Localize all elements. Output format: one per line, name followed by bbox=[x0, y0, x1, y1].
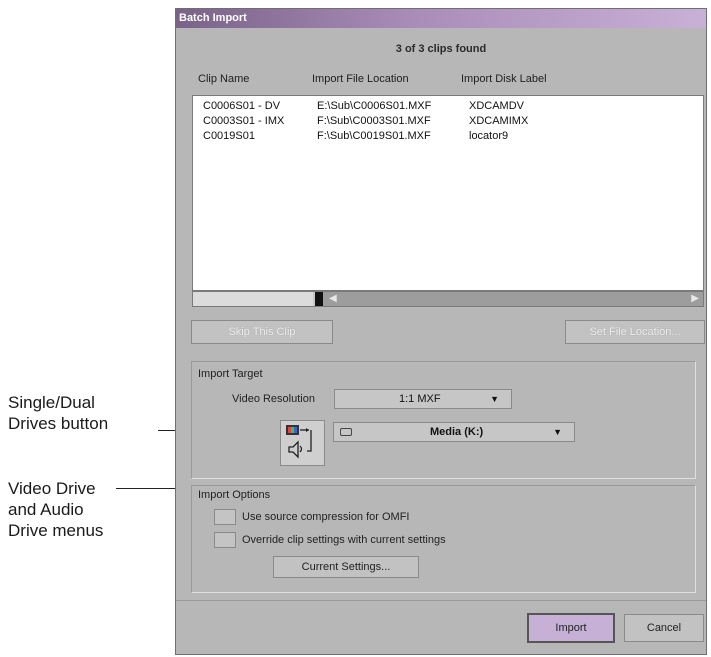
drive-icon bbox=[340, 428, 352, 436]
import-target-heading: Import Target bbox=[198, 368, 263, 380]
disk-label-cell: XDCAMDV bbox=[469, 100, 525, 112]
scroll-left-arrow-icon[interactable]: ◀ bbox=[329, 292, 337, 306]
import-button[interactable]: Import bbox=[527, 613, 615, 643]
footer-divider bbox=[176, 600, 706, 601]
clip-name-cell: C0006S01 - DV bbox=[203, 100, 281, 112]
override-clip-settings-checkbox[interactable] bbox=[214, 532, 236, 548]
import-target-group bbox=[191, 361, 696, 479]
cancel-button[interactable]: Cancel bbox=[624, 614, 704, 642]
file-location-cell: F:\Sub\C0019S01.MXF bbox=[317, 130, 431, 142]
dialog-title: Batch Import bbox=[176, 9, 706, 28]
use-source-compression-label: Use source compression for OMFI bbox=[242, 511, 410, 523]
scroll-right-arrow-icon[interactable]: ▶ bbox=[691, 292, 699, 306]
callout-single-dual: Single/Dual Drives button bbox=[8, 392, 108, 434]
video-resolution-label: Video Resolution bbox=[232, 393, 315, 405]
callout-line: Drive menus bbox=[8, 521, 104, 540]
use-source-compression-checkbox[interactable] bbox=[214, 509, 236, 525]
batch-import-dialog: Batch Import 3 of 3 clips found Clip Nam… bbox=[175, 8, 707, 655]
drive-menu-value: Media (K:) bbox=[430, 426, 484, 438]
file-location-cell: E:\Sub\C0006S01.MXF bbox=[317, 100, 432, 112]
file-location-cell: F:\Sub\C0003S01.MXF bbox=[317, 115, 431, 127]
skip-this-clip-button[interactable]: Skip This Clip bbox=[191, 320, 333, 344]
chevron-down-icon: ▼ bbox=[490, 394, 499, 404]
video-audio-drive-icon bbox=[286, 425, 312, 459]
import-options-heading: Import Options bbox=[198, 489, 271, 501]
current-settings-button[interactable]: Current Settings... bbox=[273, 556, 419, 578]
drive-menu[interactable]: Media (K:) ▼ bbox=[333, 422, 575, 442]
clip-name-cell: C0019S01 bbox=[203, 130, 255, 142]
override-clip-settings-label: Override clip settings with current sett… bbox=[242, 534, 446, 546]
clips-found-status: 3 of 3 clips found bbox=[395, 43, 487, 55]
column-header-disk-label[interactable]: Import Disk Label bbox=[461, 73, 547, 85]
callout-line: and Audio bbox=[8, 500, 84, 519]
disk-label-cell: XDCAMIMX bbox=[469, 115, 529, 127]
callout-video-audio-drives: Video Drive and Audio Drive menus bbox=[8, 478, 103, 541]
column-header-file-location[interactable]: Import File Location bbox=[312, 73, 409, 85]
disk-label-cell: locator9 bbox=[469, 130, 509, 142]
column-header-clip-name[interactable]: Clip Name bbox=[198, 73, 249, 85]
horizontal-scrollbar[interactable]: ◀ ▶ bbox=[192, 291, 704, 307]
set-file-location-button[interactable]: Set File Location... bbox=[565, 320, 705, 344]
callout-line: Video Drive bbox=[8, 479, 96, 498]
chevron-down-icon: ▼ bbox=[553, 427, 562, 437]
video-resolution-value: 1:1 MXF bbox=[399, 393, 441, 405]
clip-name-cell: C0003S01 - IMX bbox=[203, 115, 285, 127]
scroll-thumb[interactable] bbox=[315, 292, 323, 306]
clip-list[interactable]: C0006S01 - DV E:\Sub\C0006S01.MXF XDCAMD… bbox=[192, 95, 704, 291]
video-resolution-menu[interactable]: 1:1 MXF ▼ bbox=[334, 389, 512, 409]
callout-line: Drives button bbox=[8, 414, 109, 433]
scroll-track[interactable] bbox=[323, 292, 703, 306]
single-dual-drives-button[interactable] bbox=[280, 420, 325, 466]
scroll-track-left[interactable] bbox=[193, 292, 313, 306]
callout-line: Single/Dual bbox=[8, 393, 95, 412]
